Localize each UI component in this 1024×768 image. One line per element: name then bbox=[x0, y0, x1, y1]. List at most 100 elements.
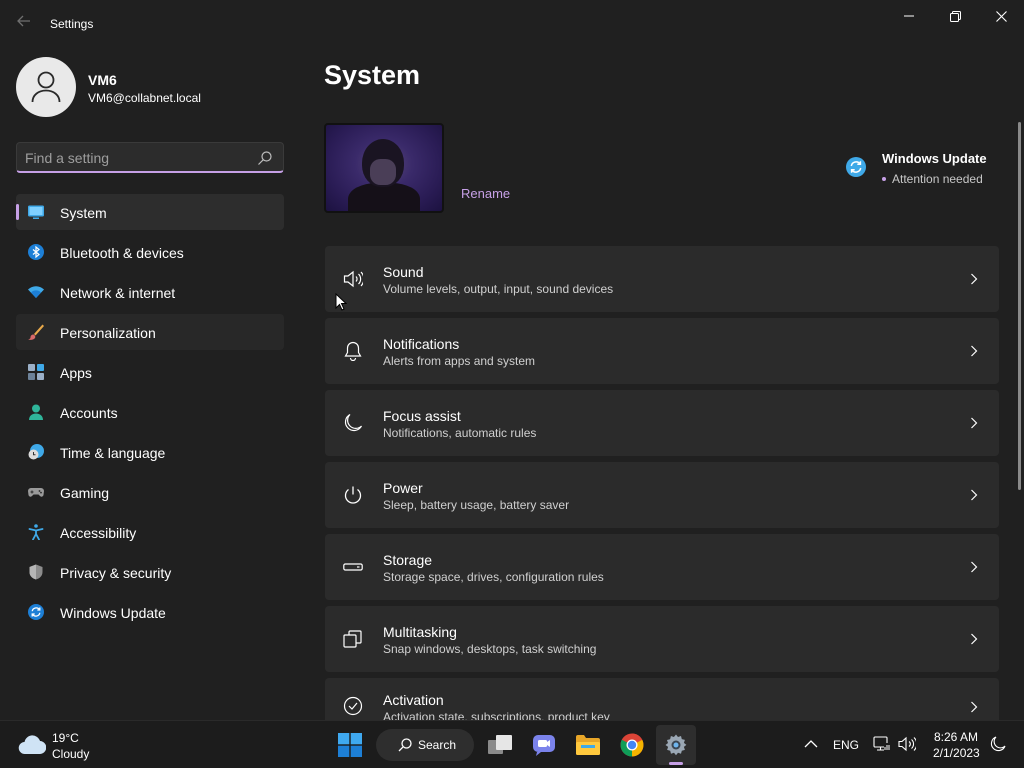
scrollbar[interactable] bbox=[1018, 122, 1021, 490]
sidebar-item-privacy[interactable]: Privacy & security bbox=[16, 554, 284, 590]
bell-icon bbox=[344, 341, 362, 361]
file-explorer-button[interactable] bbox=[574, 731, 602, 759]
restore-button[interactable] bbox=[932, 4, 978, 28]
sidebar-item-label: Bluetooth & devices bbox=[60, 245, 184, 261]
sidebar-item-label: Gaming bbox=[60, 485, 110, 501]
chevron-right-icon bbox=[971, 273, 978, 285]
avatar[interactable] bbox=[16, 57, 76, 117]
card-focus-assist[interactable]: Focus assist Notifications, automatic ru… bbox=[325, 390, 999, 456]
clock-globe-icon bbox=[28, 444, 44, 460]
sidebar-item-time-language[interactable]: Time & language bbox=[16, 434, 284, 470]
power-icon bbox=[344, 486, 362, 504]
card-notifications[interactable]: Notifications Alerts from apps and syste… bbox=[325, 318, 999, 384]
card-power[interactable]: Power Sleep, battery usage, battery save… bbox=[325, 462, 999, 528]
card-description: Snap windows, desktops, task switching bbox=[383, 642, 597, 656]
drive-icon bbox=[343, 563, 363, 571]
card-activation[interactable]: Activation Activation state, subscriptio… bbox=[325, 678, 999, 720]
taskbar: 19°C Cloudy Search ENG 8:26 AM 2/1/2023 bbox=[0, 720, 1024, 768]
folder-icon bbox=[576, 735, 600, 755]
bluetooth-icon bbox=[28, 244, 44, 260]
active-app-indicator bbox=[669, 762, 683, 765]
apps-icon bbox=[28, 364, 44, 380]
card-description: Alerts from apps and system bbox=[383, 354, 536, 368]
sidebar-item-network[interactable]: Network & internet bbox=[16, 274, 284, 310]
user-icon bbox=[31, 71, 61, 103]
settings-taskbar-button[interactable] bbox=[662, 731, 690, 759]
weather-temperature[interactable]: 19°C bbox=[52, 731, 79, 745]
card-description: Storage space, drives, configuration rul… bbox=[383, 570, 604, 584]
card-sound[interactable]: Sound Volume levels, output, input, soun… bbox=[325, 246, 999, 312]
sidebar-item-system[interactable]: System bbox=[16, 194, 284, 230]
search-box[interactable] bbox=[16, 142, 284, 173]
page-title: System bbox=[324, 60, 421, 90]
sidebar-item-accessibility[interactable]: Accessibility bbox=[16, 514, 284, 550]
windows-update-icon[interactable] bbox=[846, 157, 866, 177]
volume-icon[interactable] bbox=[898, 736, 916, 752]
card-description: Activation state, subscriptions, product… bbox=[383, 710, 610, 720]
sidebar-item-label: Accessibility bbox=[60, 525, 137, 541]
card-description: Notifications, automatic rules bbox=[383, 426, 537, 440]
settings-card-list: Sound Volume levels, output, input, soun… bbox=[325, 246, 999, 720]
minimize-button[interactable] bbox=[886, 4, 932, 28]
card-title: Sound bbox=[383, 264, 424, 280]
clock-time[interactable]: 8:26 AM bbox=[934, 730, 978, 744]
speaker-icon bbox=[343, 270, 363, 288]
rename-link[interactable]: Rename bbox=[461, 186, 510, 201]
chevron-right-icon bbox=[971, 489, 978, 501]
chevron-up-icon[interactable] bbox=[804, 739, 818, 748]
search-icon bbox=[398, 738, 412, 752]
sidebar-item-apps[interactable]: Apps bbox=[16, 354, 284, 390]
cloud-icon[interactable] bbox=[18, 734, 46, 756]
search-input[interactable] bbox=[25, 148, 245, 168]
card-title: Activation bbox=[383, 692, 444, 708]
shield-icon bbox=[29, 564, 43, 580]
chevron-right-icon bbox=[971, 633, 978, 645]
profile-email: VM6@collabnet.local bbox=[88, 91, 201, 105]
sidebar-item-label: Windows Update bbox=[60, 605, 166, 621]
card-multitasking[interactable]: Multitasking Snap windows, desktops, tas… bbox=[325, 606, 999, 672]
card-storage[interactable]: Storage Storage space, drives, configura… bbox=[325, 534, 999, 600]
task-view-button[interactable] bbox=[486, 731, 514, 759]
sidebar-item-windows-update[interactable]: Windows Update bbox=[16, 594, 284, 630]
card-title: Notifications bbox=[383, 336, 460, 352]
sidebar-item-accounts[interactable]: Accounts bbox=[16, 394, 284, 430]
chrome-button[interactable] bbox=[618, 731, 646, 759]
weather-description[interactable]: Cloudy bbox=[52, 747, 89, 761]
sidebar-item-gaming[interactable]: Gaming bbox=[16, 474, 284, 510]
card-title: Storage bbox=[383, 552, 433, 568]
sidebar-item-label: Privacy & security bbox=[60, 565, 172, 581]
taskbar-search-label: Search bbox=[418, 738, 457, 752]
network-icon[interactable] bbox=[873, 736, 891, 752]
windows-update-title[interactable]: Windows Update bbox=[882, 151, 987, 166]
monitor-icon bbox=[28, 205, 44, 219]
chrome-icon bbox=[620, 733, 644, 757]
check-circle-icon bbox=[343, 696, 363, 716]
person-icon bbox=[29, 404, 43, 420]
chevron-right-icon bbox=[971, 701, 978, 713]
start-button[interactable] bbox=[336, 731, 364, 759]
search-icon[interactable] bbox=[257, 150, 273, 166]
sidebar-item-label: Time & language bbox=[60, 445, 166, 461]
clock-date[interactable]: 2/1/2023 bbox=[933, 746, 980, 760]
chevron-right-icon bbox=[971, 561, 978, 573]
chevron-right-icon bbox=[971, 345, 978, 357]
sidebar-nav: System Bluetooth & devices Network & int… bbox=[16, 194, 284, 634]
teams-chat-button[interactable] bbox=[530, 731, 558, 759]
brush-icon bbox=[28, 324, 44, 340]
focus-moon-icon[interactable] bbox=[990, 736, 1006, 752]
sidebar-item-bluetooth[interactable]: Bluetooth & devices bbox=[16, 234, 284, 270]
taskbar-search-button[interactable]: Search bbox=[376, 729, 474, 761]
back-arrow-icon[interactable] bbox=[12, 12, 36, 36]
sidebar-item-personalization[interactable]: Personalization bbox=[16, 314, 284, 350]
sidebar-item-label: Personalization bbox=[60, 325, 156, 341]
wifi-icon bbox=[28, 286, 44, 298]
card-description: Sleep, battery usage, battery saver bbox=[383, 498, 570, 512]
close-button[interactable] bbox=[978, 4, 1024, 28]
input-language[interactable]: ENG bbox=[833, 738, 859, 752]
gear-icon bbox=[665, 734, 687, 756]
sidebar-item-label: Network & internet bbox=[60, 285, 176, 301]
mouse-cursor-icon bbox=[335, 293, 347, 311]
title-bar: Settings bbox=[0, 0, 1024, 48]
sidebar-item-label: System bbox=[60, 205, 107, 221]
moon-icon bbox=[344, 413, 363, 432]
